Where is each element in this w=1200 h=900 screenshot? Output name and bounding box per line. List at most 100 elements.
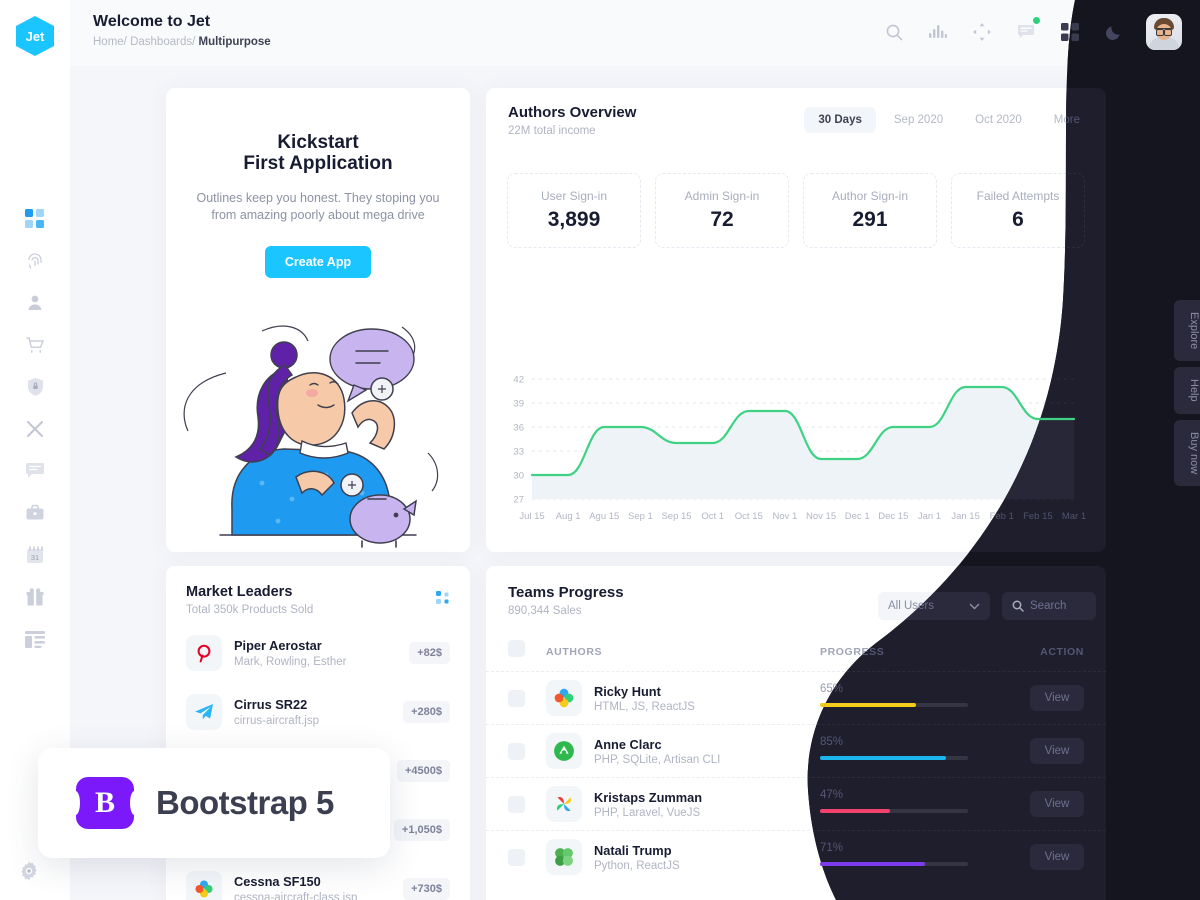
- progress-bar: [820, 862, 968, 866]
- tab-oct-2020[interactable]: Oct 2020: [961, 107, 1036, 133]
- sidebar-item-calendar[interactable]: 31: [18, 544, 52, 566]
- sidebar-item-chat[interactable]: [18, 460, 52, 482]
- sidebar-item-briefcase[interactable]: [18, 502, 52, 524]
- move-arrows-icon[interactable]: [970, 20, 994, 44]
- stat-value: 3,899: [547, 208, 601, 231]
- svg-text:Dec 15: Dec 15: [878, 511, 908, 522]
- stat-label: User Sign-in: [540, 189, 608, 203]
- breadcrumb: Home/ Dashboards/ Multipurpose: [93, 36, 271, 48]
- side-tab-buy-now[interactable]: Buy now: [1174, 419, 1200, 487]
- teams-subtitle: 890,344 Sales: [508, 605, 582, 617]
- stat-failed-attempts: Failed Attempts 6: [951, 173, 1085, 248]
- table-row[interactable]: Natali Trump Python, ReactJS 71% View: [486, 830, 1106, 883]
- row-checkbox[interactable]: [508, 690, 525, 707]
- telegram-icon: [186, 694, 222, 730]
- svg-text:Nov 1: Nov 1: [773, 511, 798, 522]
- sidebar-item-user[interactable]: [18, 292, 52, 314]
- progress-bar: [820, 756, 968, 760]
- progress-value: 71%: [820, 842, 844, 854]
- table-row[interactable]: Anne Clarc PHP, SQLite, Artisan CLI 85% …: [486, 724, 1106, 777]
- stat-value: 72: [710, 208, 734, 231]
- list-item-text: Cessna SF150 cessna-aircraft-class.jsp: [234, 874, 403, 900]
- table-row[interactable]: Ricky Hunt HTML, JS, ReactJS 65% View: [486, 671, 1106, 724]
- author-name: Anne Clarc: [594, 737, 662, 752]
- tab-30-days[interactable]: 30 Days: [804, 107, 876, 133]
- list-item-name: Cessna SF150: [234, 874, 321, 889]
- sidebar-settings-button[interactable]: [18, 860, 40, 887]
- search-icon[interactable]: [882, 20, 906, 44]
- sidebar-item-security[interactable]: [18, 376, 52, 398]
- kickstart-title-line1: Kickstart: [277, 132, 359, 153]
- author-skills: HTML, JS, ReactJS: [594, 701, 695, 713]
- svg-text:31: 31: [31, 553, 39, 562]
- author-skills: PHP, Laravel, VueJS: [594, 807, 701, 819]
- tab-sep-2020[interactable]: Sep 2020: [880, 107, 957, 133]
- market-subtitle: Total 350k Products Sold: [186, 604, 314, 616]
- sidebar-item-cart[interactable]: [18, 334, 52, 356]
- kickstart-title-line2: First Application: [243, 153, 393, 174]
- list-item-desc: cessna-aircraft-class.jsp: [234, 892, 358, 900]
- list-item[interactable]: Cirrus SR22 cirrus-aircraft.jsp +280$: [186, 691, 450, 733]
- chevron-down-icon: [969, 603, 980, 609]
- row-checkbox[interactable]: [508, 849, 525, 866]
- bootstrap-promo-label: Bootstrap 5: [156, 784, 334, 821]
- drive-icon: [546, 733, 582, 769]
- app-logo[interactable]: Jet: [16, 16, 54, 56]
- kickstart-subtitle: Outlines keep you honest. They stoping y…: [196, 191, 440, 222]
- sidebar-item-fingerprint[interactable]: [18, 250, 52, 272]
- breadcrumb-dashboards[interactable]: Dashboards/: [130, 36, 195, 48]
- search-icon: [1012, 600, 1024, 612]
- sidebar-item-layout[interactable]: [18, 628, 52, 650]
- grid-icon[interactable]: [1058, 20, 1082, 44]
- svg-text:Mar 1: Mar 1: [1062, 511, 1086, 522]
- row-checkbox[interactable]: [508, 796, 525, 813]
- svg-text:Sep 1: Sep 1: [628, 511, 653, 522]
- select-all-checkbox[interactable]: [508, 640, 525, 657]
- chart-axis-labels: 27 30 33 36 39 42 Jul 15 Aug 1 Agu 15 Sep 1 Sep 15…: [513, 375, 1086, 523]
- kickstart-card: Kickstart First Application Outlines kee…: [166, 88, 470, 552]
- chat-notification-dot: [1033, 17, 1040, 24]
- view-button[interactable]: View: [1030, 738, 1084, 764]
- list-item[interactable]: Cessna SF150 cessna-aircraft-class.jsp +…: [186, 868, 450, 900]
- author-skills: PHP, SQLite, Artisan CLI: [594, 754, 721, 766]
- view-button[interactable]: View: [1030, 791, 1084, 817]
- avatar[interactable]: [1146, 14, 1182, 50]
- moon-icon[interactable]: [1102, 20, 1126, 44]
- bootstrap-logo-icon: B: [76, 777, 134, 829]
- sidebar-item-gift[interactable]: [18, 586, 52, 608]
- sidebar-item-scissors[interactable]: [18, 418, 52, 440]
- svg-text:Jul 15: Jul 15: [519, 511, 544, 522]
- create-app-button[interactable]: Create App: [264, 246, 372, 278]
- user-filter-select[interactable]: All Users: [878, 592, 990, 620]
- svg-text:Dec 1: Dec 1: [845, 511, 870, 522]
- chat-icon[interactable]: [1014, 17, 1040, 44]
- list-item-desc: cirrus-aircraft.jsp: [234, 715, 319, 727]
- sidebar-item-dashboard[interactable]: [18, 208, 52, 230]
- svg-text:Oct 15: Oct 15: [735, 511, 763, 522]
- svg-text:42: 42: [513, 375, 524, 386]
- stat-author-signin: Author Sign-in 291: [803, 173, 937, 248]
- table-row[interactable]: Kristaps Zumman PHP, Laravel, VueJS 47% …: [486, 777, 1106, 830]
- list-item[interactable]: Piper Aerostar Mark, Rowling, Esther +82…: [186, 632, 450, 674]
- list-item-amount: +280$: [403, 701, 450, 723]
- grid-dots-icon[interactable]: [436, 591, 450, 609]
- side-tab-help[interactable]: Help: [1174, 367, 1200, 414]
- row-checkbox[interactable]: [508, 743, 525, 760]
- bootstrap-promo-card[interactable]: B Bootstrap 5: [38, 748, 390, 858]
- list-item-amount: +730$: [403, 878, 450, 900]
- tab-more[interactable]: More: [1040, 107, 1094, 133]
- stat-admin-signin: Admin Sign-in 72: [655, 173, 789, 248]
- kickstart-title: Kickstart First Application: [166, 132, 470, 174]
- view-button[interactable]: View: [1030, 685, 1084, 711]
- svg-text:39: 39: [513, 399, 524, 410]
- view-button[interactable]: View: [1030, 844, 1084, 870]
- search-input[interactable]: Search: [1002, 592, 1096, 620]
- svg-text:Nov 15: Nov 15: [806, 511, 836, 522]
- side-tab-explore[interactable]: Explore: [1174, 300, 1200, 362]
- bar-chart-icon[interactable]: [926, 20, 950, 44]
- breadcrumb-home[interactable]: Home/: [93, 36, 127, 48]
- author-name: Ricky Hunt: [594, 684, 661, 699]
- search-placeholder: Search: [1030, 600, 1067, 612]
- progress-value: 65%: [820, 683, 844, 695]
- pinwheel-icon: [546, 786, 582, 822]
